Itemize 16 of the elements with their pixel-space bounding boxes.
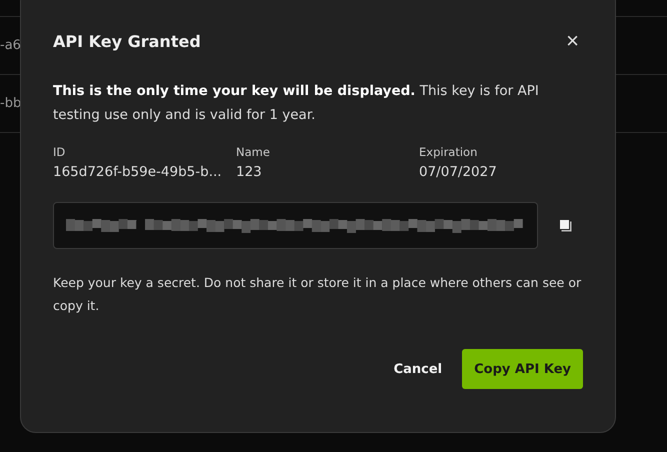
detail-label: ID <box>53 145 66 159</box>
close-button[interactable]: × <box>562 30 583 52</box>
detail-value: 165d726f-b59e-49b5-b... <box>53 164 223 180</box>
dialog-title: API Key Granted <box>53 32 201 50</box>
warning-note: Keep your key a secret. Do not share it or store it in a place where others can see or copy it. <box>53 274 582 315</box>
detail-label: Expiration <box>419 145 478 159</box>
key-field[interactable] <box>53 202 538 249</box>
table-cell: -a6 <box>0 38 21 53</box>
cancel-button[interactable]: Cancel <box>394 349 442 389</box>
detail-label: Name <box>236 145 271 159</box>
copy-icon[interactable] <box>559 219 572 232</box>
copy-key-button[interactable]: Copy API Key <box>462 349 583 389</box>
table-cell: -bb <box>0 96 22 111</box>
dialog-message: This is the only time your key will be displayed. This key is for API testing use only and is valid for 1 year. <box>53 82 540 125</box>
detail-value: 123 <box>236 164 263 180</box>
detail-value: 07/07/2027 <box>419 164 498 180</box>
